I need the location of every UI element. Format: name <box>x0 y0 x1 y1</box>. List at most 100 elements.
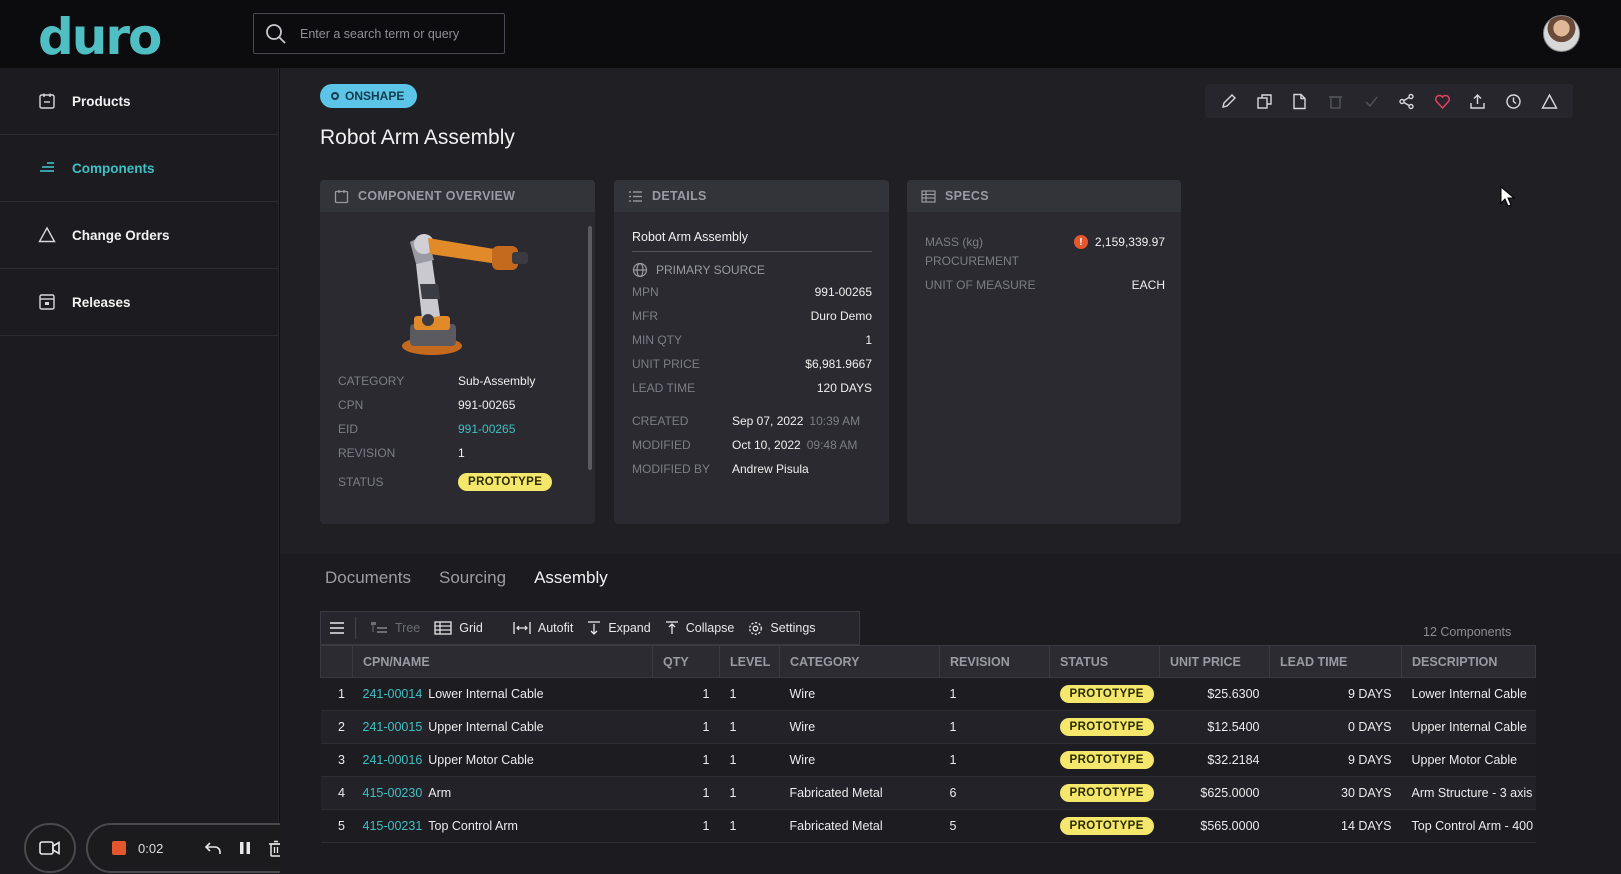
component-name: Lower Internal Cable <box>428 687 544 701</box>
column-header-level[interactable]: LEVEL <box>719 645 780 678</box>
stop-recording-button[interactable] <box>112 841 126 855</box>
document-export-icon[interactable] <box>1291 93 1308 110</box>
table-row[interactable]: 5 415-00231 Top Control Arm 1 1 Fabricated Me… <box>320 809 1536 843</box>
description-cell: Lower Internal Cable <box>1401 677 1536 711</box>
sidebar-item-products[interactable]: Products <box>0 68 279 135</box>
edit-pencil-icon[interactable] <box>1220 93 1237 110</box>
table-row[interactable]: 4 415-00230 Arm 1 1 Fabricated Metal 6 PROTOTYP… <box>320 776 1536 810</box>
column-header-qty[interactable]: QTY <box>652 645 720 678</box>
column-header-revision[interactable]: REVISION <box>939 645 1050 678</box>
duplicate-icon[interactable] <box>1256 93 1273 110</box>
duro-logo[interactable]: duro <box>38 8 162 66</box>
camera-toggle-button[interactable] <box>24 823 76 873</box>
cpn-link[interactable]: 415-00230 <box>363 786 423 800</box>
field-label: CPN <box>338 398 364 412</box>
cpn-link[interactable]: 415-00231 <box>363 819 423 833</box>
column-header-description[interactable]: DESCRIPTION <box>1401 645 1536 678</box>
tab-documents[interactable]: Documents <box>325 568 411 588</box>
category-cell: Fabricated Metal <box>779 809 940 843</box>
level-cell: 1 <box>719 677 780 711</box>
grid-view-button[interactable]: Grid <box>434 621 483 635</box>
component-name: Arm <box>428 786 452 800</box>
settings-button[interactable]: Settings <box>748 621 816 636</box>
level-cell: 1 <box>719 776 780 810</box>
cpn-link[interactable]: 241-00014 <box>363 687 423 701</box>
field-label: CATEGORY <box>338 374 405 388</box>
modified-date: Oct 10, 2022 <box>732 438 801 452</box>
status-cell: PROTOTYPE <box>1049 809 1160 843</box>
upload-icon[interactable] <box>1469 93 1486 110</box>
sidebar-item-components[interactable]: Components <box>0 135 279 202</box>
column-header-category[interactable]: CATEGORY <box>779 645 940 678</box>
alert-icon[interactable]: ! <box>1073 235 1088 249</box>
share-icon[interactable] <box>1398 93 1415 110</box>
details-title: DETAILS <box>652 189 707 203</box>
search-icon <box>266 23 286 44</box>
robot-arm-thumbnail[interactable] <box>380 224 540 364</box>
expand-icon <box>588 621 601 635</box>
sidebar-item-label: Releases <box>72 294 131 310</box>
lead-time-cell: 14 DAYS <box>1269 809 1402 843</box>
autofit-label: Autofit <box>537 621 574 635</box>
detail-tabs: Documents Sourcing Assembly <box>325 568 608 588</box>
row-index: 4 <box>320 776 353 810</box>
field-label: UNIT OF MEASURE <box>925 278 1036 292</box>
category-cell: Wire <box>779 710 940 744</box>
status-badge: PROTOTYPE <box>1059 784 1154 802</box>
field-value: 120 DAYS <box>816 381 872 395</box>
eid-link[interactable]: 991-00265 <box>458 422 515 446</box>
level-cell: 1 <box>719 809 780 843</box>
search-input[interactable] <box>300 26 490 41</box>
cpn-name-cell: 241-00014 Lower Internal Cable <box>352 677 653 711</box>
cpn-name-cell: 241-00015 Upper Internal Cable <box>352 710 653 744</box>
collapse-label: Collapse <box>685 621 735 635</box>
onshape-badge[interactable]: ONSHAPE <box>320 84 418 108</box>
autofit-button[interactable]: Autofit <box>513 621 573 635</box>
revision-cell: 1 <box>939 710 1050 744</box>
cpn-link[interactable]: 241-00015 <box>363 720 423 734</box>
recording-time: 0:02 <box>138 840 164 856</box>
table-row[interactable]: 1 241-00014 Lower Internal Cable 1 1 Wire 1 PRO… <box>320 677 1536 711</box>
field-label: MFR <box>632 309 658 323</box>
audit-fields: CREATED Sep 07, 2022 10:39 AM MODIFIED Oct … <box>632 414 872 486</box>
revision-cell: 5 <box>939 809 1050 843</box>
search-box[interactable] <box>253 13 505 54</box>
history-clock-icon[interactable] <box>1505 93 1522 110</box>
table-row[interactable]: 2 241-00015 Upper Internal Cable 1 1 Wire 1 PRO… <box>320 710 1536 744</box>
column-header-status[interactable]: STATUS <box>1049 645 1160 678</box>
expand-button[interactable]: Expand <box>587 621 651 635</box>
revision-cell: 6 <box>939 776 1050 810</box>
column-header-unit-price[interactable]: UNIT PRICE <box>1159 645 1270 678</box>
category-cell: Wire <box>779 677 940 711</box>
mass-value-group: ! 2,159,339.97 <box>1073 235 1165 249</box>
lead-time-cell: 0 DAYS <box>1269 710 1402 744</box>
revision-cell: 1 <box>939 743 1050 777</box>
unit-price-cell: $12.5400 <box>1159 710 1270 744</box>
table-row[interactable]: 3 241-00016 Upper Motor Cable 1 1 Wire 1 PROTOT… <box>320 743 1536 777</box>
tree-view-button[interactable]: Tree <box>370 621 420 635</box>
menu-icon[interactable] <box>329 621 345 635</box>
grid-icon <box>434 621 452 635</box>
tab-sourcing[interactable]: Sourcing <box>439 568 506 588</box>
collapse-button[interactable]: Collapse <box>665 621 735 635</box>
qty-cell: 1 <box>652 809 720 843</box>
sidebar-item-releases[interactable]: Releases <box>0 269 279 336</box>
page-title: Robot Arm Assembly <box>320 126 515 149</box>
specs-header: SPECS <box>907 180 1181 212</box>
favorite-heart-icon[interactable] <box>1434 93 1451 110</box>
description-cell: Arm Structure - 3 axis <box>1401 776 1536 810</box>
column-header-cpn-name[interactable]: CPN/NAME <box>352 645 653 678</box>
tab-assembly[interactable]: Assembly <box>534 568 608 588</box>
warning-triangle-icon[interactable] <box>1540 93 1558 110</box>
user-avatar[interactable] <box>1543 15 1580 52</box>
field-cpn: CPN 991-00265 <box>338 398 568 422</box>
column-header-lead-time[interactable]: LEAD TIME <box>1269 645 1402 678</box>
sidebar-item-change-orders[interactable]: Change Orders <box>0 202 279 269</box>
cpn-link[interactable]: 241-00016 <box>363 753 423 767</box>
checkmark-icon <box>1365 96 1378 107</box>
primary-source-text: PRIMARY SOURCE <box>656 263 765 277</box>
overview-scrollbar[interactable] <box>588 226 592 470</box>
pause-icon[interactable] <box>238 840 252 856</box>
description-cell: Upper Motor Cable <box>1401 743 1536 777</box>
undo-icon[interactable] <box>204 840 222 856</box>
